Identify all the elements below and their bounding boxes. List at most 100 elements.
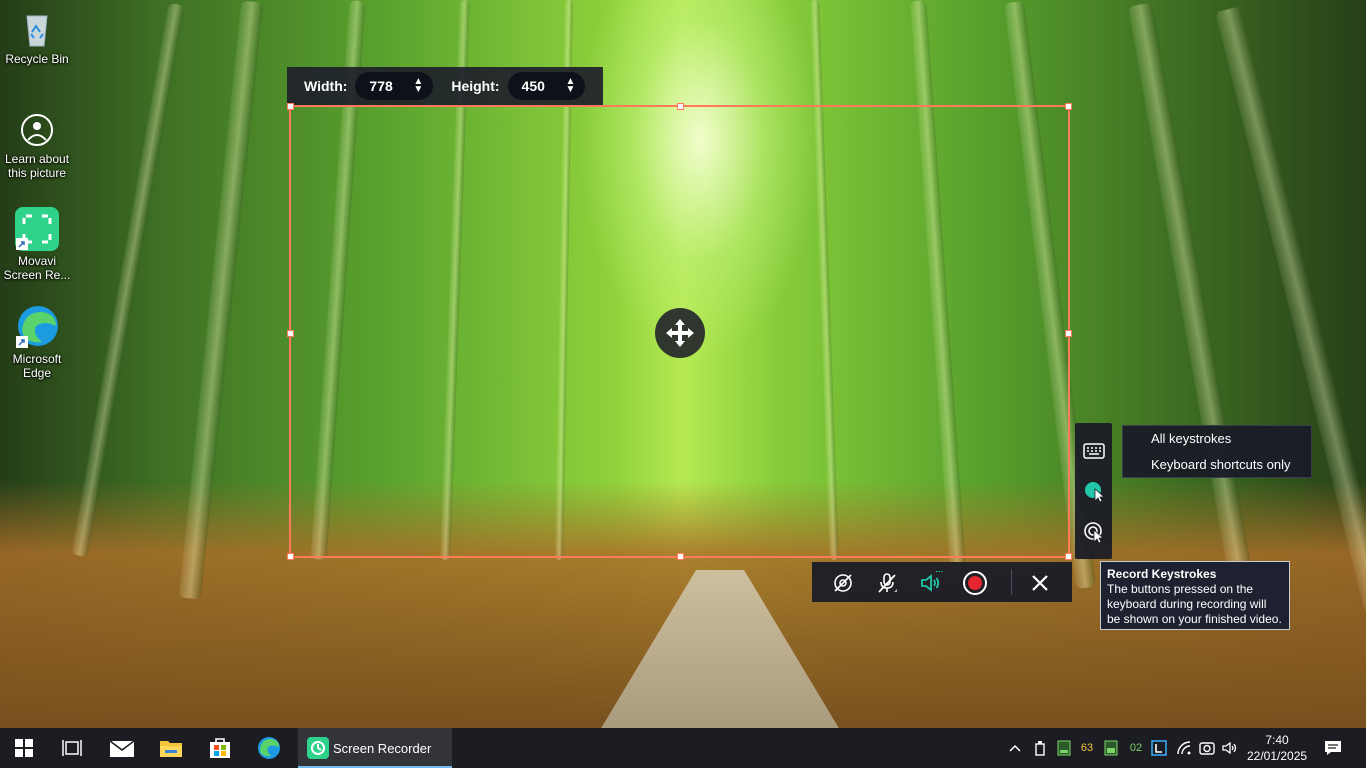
height-value[interactable]: 450 — [522, 78, 562, 94]
recording-toolbar — [812, 562, 1072, 602]
app-square-icon — [1151, 740, 1167, 756]
tooltip-title: Record Keystrokes — [1107, 567, 1217, 581]
microphone-toggle-button[interactable] — [874, 570, 900, 596]
resize-handle-right[interactable] — [1065, 330, 1072, 337]
tray-camera[interactable] — [1198, 738, 1216, 758]
desktop-icon-recycle-bin[interactable]: Recycle Bin — [2, 6, 72, 66]
menu-item-shortcuts-only[interactable]: Keyboard shortcuts only — [1151, 457, 1290, 472]
menu-item-all-keystrokes[interactable]: All keystrokes — [1151, 431, 1231, 446]
task-view-icon — [62, 740, 82, 756]
close-button[interactable] — [1027, 570, 1053, 596]
learn-picture-icon — [21, 114, 53, 146]
file-explorer-button[interactable] — [147, 728, 195, 768]
resize-handle-top-left[interactable] — [287, 103, 294, 110]
desktop-icon-label: Learn about this picture — [4, 152, 70, 180]
tray-monitor-3[interactable] — [1103, 738, 1119, 758]
width-stepper-icon[interactable]: ▲ ▼ — [413, 77, 423, 95]
taskbar-clock[interactable]: 7:40 22/01/2025 — [1247, 732, 1307, 764]
tray-volume[interactable] — [1221, 738, 1239, 758]
keystrokes-menu: All keystrokes Keyboard shortcuts only — [1122, 425, 1312, 478]
webcam-toggle-button[interactable] — [830, 570, 856, 596]
record-icon — [963, 571, 987, 595]
desktop-icon-learn-picture[interactable]: Learn about this picture — [2, 110, 72, 180]
width-label: Width: — [304, 78, 348, 94]
active-app-label: Screen Recorder — [333, 740, 432, 756]
usb-drive-icon — [1035, 741, 1045, 756]
tray-app[interactable] — [1150, 738, 1168, 758]
height-label: Height: — [451, 78, 500, 94]
width-spinner[interactable]: 778 ▲ ▼ — [355, 72, 434, 100]
cursor-highlight-icon — [1085, 482, 1106, 503]
monitor-app-icon — [1104, 740, 1118, 756]
desktop-icon-edge[interactable]: Microsoft Edge — [2, 304, 72, 380]
microphone-off-icon — [878, 573, 897, 593]
resize-handle-top-right[interactable] — [1065, 103, 1072, 110]
windows-logo-icon — [15, 739, 33, 757]
resize-handle-bottom[interactable] — [677, 553, 684, 560]
clock-time: 7:40 — [1265, 733, 1289, 747]
resize-handle-left[interactable] — [287, 330, 294, 337]
tray-usb[interactable] — [1032, 738, 1048, 758]
move-area-button[interactable] — [655, 308, 705, 358]
movavi-icon — [15, 207, 59, 251]
notification-icon — [1325, 741, 1341, 755]
toolbar-divider — [1011, 569, 1012, 595]
show-hidden-icons-button[interactable] — [1006, 738, 1024, 758]
resize-handle-top[interactable] — [677, 103, 684, 110]
desktop-icon-label: Recycle Bin — [5, 52, 69, 66]
store-button[interactable] — [196, 728, 244, 768]
tray-monitor-2[interactable]: 63 — [1077, 738, 1097, 758]
side-toolbar — [1075, 423, 1112, 559]
chevron-up-icon — [1009, 744, 1021, 752]
resize-handle-bottom-left[interactable] — [287, 553, 294, 560]
resize-handle-bottom-right[interactable] — [1065, 553, 1072, 560]
edge-taskbar-button[interactable] — [245, 728, 293, 768]
webcam-off-icon — [834, 574, 852, 592]
close-icon — [1032, 575, 1048, 591]
volume-icon — [1222, 741, 1237, 755]
tray-monitor-1[interactable] — [1056, 738, 1072, 758]
forest-path — [600, 570, 840, 728]
tray-badge-value: 63 — [1080, 742, 1094, 754]
mouse-clicks-button[interactable] — [1081, 519, 1107, 545]
height-spinner[interactable]: 450 ▲ ▼ — [507, 72, 586, 100]
bamboo-stalk — [178, 0, 264, 600]
store-icon — [210, 738, 230, 758]
mail-button[interactable] — [98, 728, 146, 768]
taskbar-app-screen-recorder[interactable]: Screen Recorder — [298, 728, 452, 768]
start-button[interactable] — [0, 728, 48, 768]
edge-icon — [16, 306, 58, 348]
task-view-button[interactable] — [48, 728, 96, 768]
record-button[interactable] — [962, 570, 988, 596]
speaker-on-icon — [921, 571, 943, 592]
monitor-app-icon — [1057, 740, 1071, 756]
move-arrows-icon — [666, 319, 694, 347]
keyboard-icon — [1083, 443, 1105, 459]
bamboo-stalk — [71, 2, 185, 558]
desktop-icon-label: Microsoft Edge — [12, 352, 62, 380]
screen-recorder-icon — [307, 737, 329, 759]
system-audio-toggle-button[interactable] — [918, 570, 944, 596]
folder-icon — [160, 741, 182, 757]
cursor-click-icon — [1084, 522, 1105, 544]
recycle-bin-icon — [26, 15, 48, 47]
width-value[interactable]: 778 — [369, 78, 409, 94]
desktop-icon-movavi[interactable]: Movavi Screen Re... — [2, 206, 72, 282]
capture-size-bar: Width: 778 ▲ ▼ Height: 450 ▲ ▼ — [287, 67, 603, 105]
edge-icon — [258, 737, 280, 759]
tray-network[interactable] — [1175, 738, 1193, 758]
tray-badge-value: 02 — [1129, 742, 1143, 754]
mouse-highlight-button[interactable] — [1081, 478, 1107, 504]
clock-date: 22/01/2025 — [1247, 749, 1308, 763]
wifi-icon — [1177, 741, 1191, 755]
taskbar: Screen Recorder 63 02 7:40 22/01/2025 — [0, 728, 1366, 768]
mail-icon — [109, 740, 135, 757]
tooltip-body: The buttons pressed on the keyboard duri… — [1107, 582, 1282, 626]
desktop-wallpaper: Recycle Bin Learn about this picture Mov… — [0, 0, 1366, 728]
keystrokes-button[interactable] — [1081, 438, 1107, 464]
height-stepper-icon[interactable]: ▲ ▼ — [566, 77, 576, 95]
action-center-button[interactable] — [1322, 738, 1344, 758]
tray-monitor-4[interactable]: 02 — [1127, 738, 1145, 758]
camera-app-icon — [1199, 742, 1215, 755]
desktop-icon-label: Movavi Screen Re... — [3, 254, 71, 282]
